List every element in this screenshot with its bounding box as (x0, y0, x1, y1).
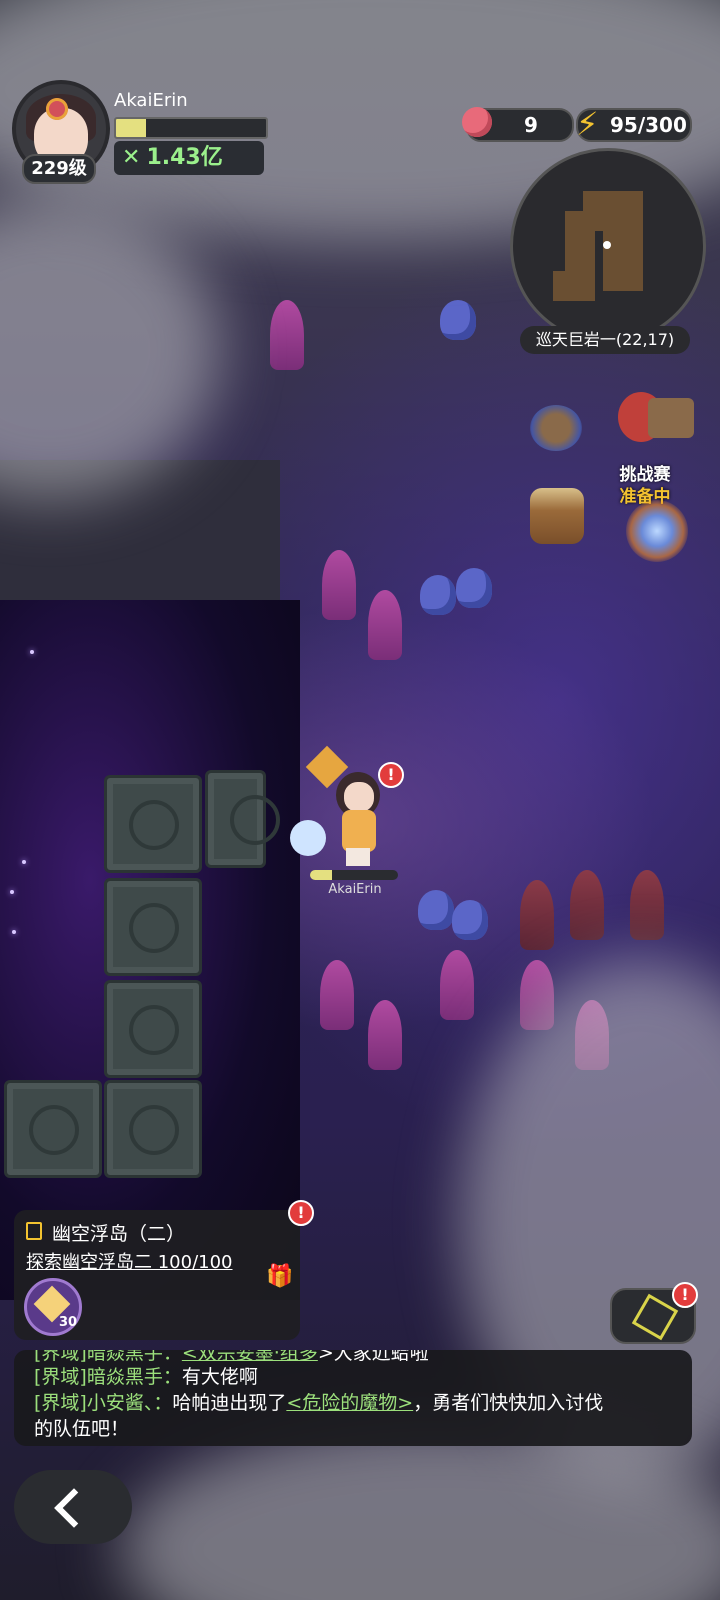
flower-icon (46, 98, 68, 120)
blue-slime (420, 575, 456, 615)
star (22, 860, 26, 864)
red-tree (570, 870, 604, 940)
chat-sender: 小安酱、： (86, 1392, 173, 1414)
stone-tile (104, 1080, 202, 1178)
chat-channel: [界域] (34, 1366, 87, 1388)
fog-cloud (120, 1420, 720, 1600)
character-face (344, 782, 374, 812)
red-tree (630, 870, 664, 940)
quest-reward[interactable]: 30 (24, 1278, 82, 1336)
chat-message: [界域]小安酱、：哈帕迪出现了<危险的魔物>，勇者们快快加入讨伐 (34, 1388, 603, 1415)
swords-icon: ✕ (122, 145, 141, 170)
star (30, 650, 34, 654)
xp-bar-fill (116, 119, 146, 137)
red-tree (520, 880, 554, 950)
stone-tile (104, 878, 202, 976)
chevron-left-icon (54, 1488, 94, 1528)
apple-icon (462, 107, 492, 137)
back-button[interactable] (14, 1470, 132, 1544)
apple-count: 9 (524, 113, 538, 137)
cube-icon (631, 1293, 679, 1341)
minimap-path (603, 231, 643, 291)
map-location: 巡天巨岩一(22,17) (520, 326, 690, 354)
star (12, 930, 16, 934)
chat-text: 有大佬啊 (181, 1366, 258, 1388)
apple-counter[interactable]: 9 (462, 107, 574, 142)
combat-power: ✕ 1.43亿 (114, 141, 264, 175)
chat-sender: 暗焱黑手： (86, 1366, 182, 1388)
star (10, 890, 14, 894)
purple-tree (368, 1000, 402, 1070)
stone-tile (104, 980, 202, 1078)
stone-tile (104, 775, 202, 873)
chat-text: 的队伍吧！ (34, 1418, 130, 1440)
purple-tree (440, 950, 474, 1020)
treasure-bag-icon[interactable] (530, 405, 582, 451)
chat-text-tail: >大家近蛤啦 (317, 1350, 429, 1364)
player-hp-bar (310, 870, 398, 880)
minimap[interactable] (510, 148, 706, 344)
stone-tile (4, 1080, 102, 1178)
quest-title: 幽空浮岛（二） (52, 1223, 186, 1245)
quest-objective[interactable]: 探索幽空浮岛二 100/100 (26, 1248, 233, 1274)
blue-slime (452, 900, 488, 940)
quest-alert-icon: ! (288, 1200, 314, 1226)
blue-slime (456, 568, 492, 608)
minimap-path (583, 191, 643, 231)
chat-channel: [界域] (34, 1392, 87, 1414)
player-marker (603, 241, 611, 249)
energy-value: 95/300 (610, 113, 687, 137)
chat-message: [界域]暗焱黑手：有大佬啊 (34, 1362, 258, 1389)
combat-power-value: 1.43亿 (146, 145, 223, 170)
purple-tree (368, 590, 402, 660)
purple-tree (270, 300, 304, 370)
chat-panel[interactable]: [界域]暗焱黑手：<双宗妥墨·组多>大家近蛤啦 [界域]暗焱黑手：有大佬啊 [界… (14, 1350, 692, 1446)
challenge-button[interactable] (598, 388, 698, 468)
character-body (342, 810, 376, 852)
xp-bar (114, 117, 268, 139)
quest-panel[interactable]: 幽空浮岛（二） 探索幽空浮岛二 100/100 🎁 30 (14, 1210, 300, 1340)
gift-icon[interactable]: 🎁 (266, 1266, 293, 1288)
energy-counter[interactable]: ⚡ 95/300 (576, 105, 692, 143)
chat-monster-link[interactable]: <危险的魔物> (286, 1392, 413, 1414)
crystal-icon[interactable] (626, 500, 688, 562)
purple-tree (320, 960, 354, 1030)
blue-slime (440, 300, 476, 340)
player-name: AkaiErin (114, 90, 188, 111)
blue-slime (418, 890, 454, 930)
quest-scroll-icon (26, 1222, 42, 1240)
reward-count: 30 (59, 1315, 78, 1330)
lightning-icon: ⚡ (576, 105, 599, 143)
chat-message: 的队伍吧！ (34, 1414, 129, 1441)
minimap-path (553, 271, 593, 301)
player-hp-fill (310, 870, 332, 880)
cube-alert-icon: ! (672, 1282, 698, 1308)
fog-cloud (0, 200, 220, 500)
chat-text: 哈帕迪出现了 (172, 1392, 287, 1414)
chat-text-tail: ，勇者们快快加入讨伐 (413, 1392, 604, 1414)
player-nameplate: AkaiErin (328, 882, 382, 897)
pet-companion[interactable] (290, 820, 326, 856)
player-alert-icon[interactable]: ! (378, 762, 404, 788)
purple-tree (322, 550, 356, 620)
character-legs (346, 848, 370, 866)
player-level: 229级 (22, 154, 96, 184)
chest-icon (648, 398, 694, 438)
resource-barrel-icon[interactable] (530, 488, 584, 544)
stone-tile (205, 770, 280, 868)
